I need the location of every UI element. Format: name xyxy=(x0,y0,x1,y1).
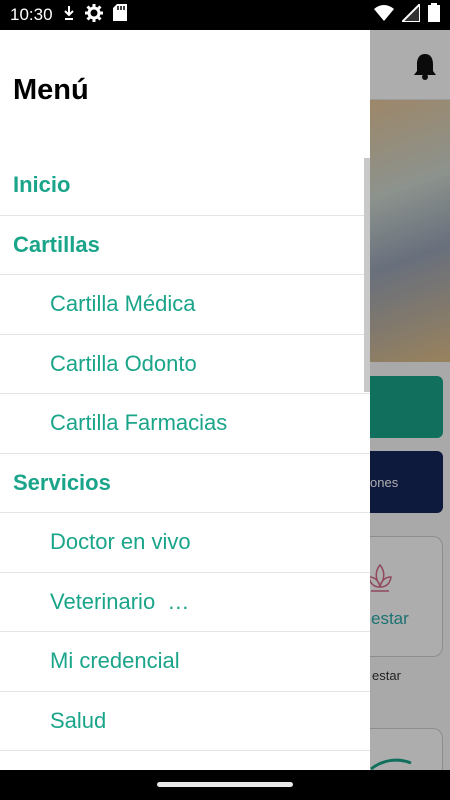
menu-item-cartilla-farmacias[interactable]: Cartilla Farmacias xyxy=(0,394,370,454)
menu-item-cartilla-odonto[interactable]: Cartilla Odonto xyxy=(0,335,370,394)
menu-item-cartilla-medica[interactable]: Cartilla Médica xyxy=(0,275,370,335)
drawer-scrollbar[interactable] xyxy=(364,158,370,392)
menu-item-inicio[interactable]: Inicio xyxy=(0,156,370,216)
gear-icon xyxy=(84,3,103,27)
sd-card-icon xyxy=(112,4,127,26)
menu-item-doctor-en-vivo[interactable]: Doctor en vivo xyxy=(0,513,370,573)
menu-item-label: Salud xyxy=(50,707,107,733)
status-time: 10:30 xyxy=(10,5,53,24)
menu-item-label: Veterinario … xyxy=(50,588,190,614)
menu-item-label: Cartilla Médica xyxy=(50,291,196,317)
download-icon xyxy=(63,5,75,26)
navigation-drawer: Menú Inicio Cartillas Cartilla Médica Ca… xyxy=(0,30,370,770)
menu-item-veterinario[interactable]: Veterinario … xyxy=(0,573,370,632)
status-bar: 10:30 xyxy=(0,0,450,30)
menu-item-label: Servicios xyxy=(13,469,111,495)
menu-item-label: Cartilla Odonto xyxy=(50,350,197,376)
menu-item-mi-credencial[interactable]: Mi credencial xyxy=(0,632,370,692)
signal-icon xyxy=(399,1,421,27)
menu-item-label: Cartillas xyxy=(13,231,100,257)
drawer-title: Menú xyxy=(13,74,89,106)
menu-item-label: Mi credencial xyxy=(50,648,180,674)
menu-section-servicios[interactable]: Servicios xyxy=(0,454,370,513)
home-gesture-handle[interactable] xyxy=(157,782,293,787)
menu-item-label: Inicio xyxy=(13,172,71,198)
menu-item-salud[interactable]: Salud xyxy=(0,692,370,751)
menu-list: Inicio Cartillas Cartilla Médica Cartill… xyxy=(0,156,370,751)
battery-icon xyxy=(428,3,440,27)
system-nav-bar xyxy=(0,770,450,800)
menu-item-label: Doctor en vivo xyxy=(50,529,191,555)
menu-item-label: Cartilla Farmacias xyxy=(50,410,228,436)
menu-section-cartillas[interactable]: Cartillas xyxy=(0,216,370,275)
wifi-icon xyxy=(374,4,394,26)
